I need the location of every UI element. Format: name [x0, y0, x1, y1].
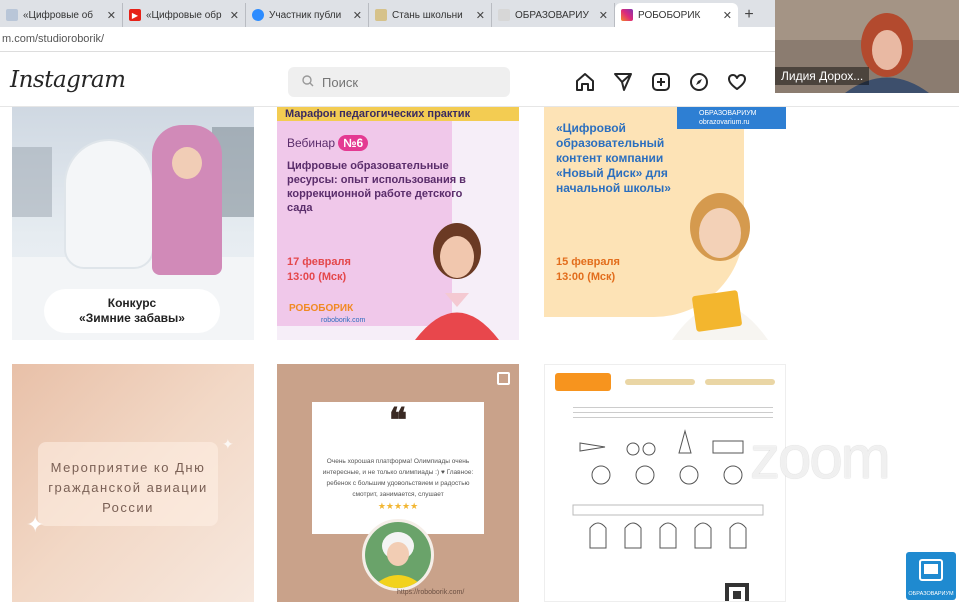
page-icon	[498, 9, 510, 21]
quote-icon: ❝	[388, 402, 408, 440]
sparkle-icon: ✦	[222, 436, 234, 452]
worksheet-logo	[555, 373, 611, 391]
browser-tab[interactable]: «Цифровые об ✕	[0, 3, 123, 27]
snowman-figure	[64, 139, 154, 269]
post-aviation-day[interactable]: Мероприятие ко Дню гражданской авиации Р…	[12, 364, 254, 602]
posts-grid: Конкурс «Зимние забавы» Марафон педагоги…	[0, 107, 959, 602]
post-date: 15 февраля	[556, 256, 620, 268]
instagram-logo[interactable]: Instagram	[10, 67, 126, 93]
post-site: https://roboborik.com/	[397, 589, 465, 596]
brand-site: roboborik.com	[321, 317, 366, 324]
webinar-label: Вебинар №6	[287, 135, 369, 151]
explore-icon[interactable]	[687, 70, 711, 94]
carousel-icon	[497, 372, 510, 385]
tab-title: «Цифровые об	[23, 9, 94, 21]
tab-title: ОБРАЗОВАРИУ	[515, 9, 589, 21]
obrazovarium-badge: ОБРАЗОВАРИУМ	[906, 552, 956, 600]
browser-tab[interactable]: Стань школьни ✕	[369, 3, 492, 27]
page-icon	[375, 9, 387, 21]
close-icon[interactable]: ✕	[107, 9, 116, 22]
speaker-photo	[415, 223, 499, 340]
browser-tab[interactable]: Участник публи ✕	[246, 3, 369, 27]
new-post-icon[interactable]	[649, 70, 673, 94]
post-new-disk-webinar[interactable]: ОБРАЗОВАРИУМ obrazovarium.ru «Цифровой о…	[544, 107, 786, 340]
search-input[interactable]	[322, 74, 472, 90]
post-title: «Цифровой образовательный контент компан…	[556, 121, 671, 195]
close-icon[interactable]: ✕	[723, 9, 732, 22]
child-figure	[152, 125, 222, 275]
worksheet-field	[625, 379, 695, 385]
caption-line: «Зимние забавы»	[79, 311, 185, 325]
webinar-date: 17 февраля	[287, 256, 351, 268]
post-winter-contest[interactable]: Конкурс «Зимние забавы»	[12, 107, 254, 340]
tag-name: ОБРАЗОВАРИУМ	[699, 110, 757, 117]
zoom-icon	[252, 9, 264, 21]
computer-icon	[919, 559, 943, 581]
webinar-number-badge: №6	[338, 135, 369, 151]
badge-label: ОБРАЗОВАРИУМ	[908, 591, 954, 597]
direct-message-icon[interactable]	[611, 70, 635, 94]
post-webinar-6[interactable]: Марафон педагогических практик Вебинар №6…	[277, 107, 519, 340]
webinar-datetime: 17 февраля 13:00 (Мск)	[287, 255, 351, 285]
tag-site: obrazovarium.ru	[699, 119, 750, 126]
webinar-text: Вебинар	[287, 136, 336, 150]
participant-name: Лидия Дорох...	[775, 67, 870, 85]
post-header-band: Марафон педагогических практик	[277, 107, 519, 121]
tab-title: «Цифровые обр	[146, 9, 222, 21]
page-icon	[6, 9, 18, 21]
post-datetime: 15 февраля 13:00 (Мск)	[556, 255, 620, 285]
review-text: Очень хорошая платформа! Олимпиады очень…	[322, 458, 474, 498]
sparkle-icon: ✦	[26, 512, 45, 537]
new-tab-button[interactable]: +	[738, 3, 760, 27]
post-title: Мероприятие ко Дню гражданской авиации Р…	[48, 460, 208, 515]
teacher-photo	[672, 193, 768, 340]
close-icon[interactable]: ✕	[476, 9, 485, 22]
search-icon	[302, 74, 314, 90]
webinar-time: 13:00 (Мск)	[287, 271, 347, 283]
browser-tab[interactable]: ОБРАЗОВАРИУ ✕	[492, 3, 615, 27]
close-icon[interactable]: ✕	[353, 9, 362, 22]
worksheet-task-text	[573, 407, 773, 421]
home-icon[interactable]	[573, 70, 597, 94]
browser-tab-active[interactable]: РОБОБОРИК ✕	[615, 3, 738, 27]
tab-title: Участник публи	[269, 9, 342, 21]
post-time: 13:00 (Мск)	[556, 271, 616, 283]
zoom-watermark: zoom	[750, 424, 891, 491]
reviewer-photo	[365, 522, 431, 588]
post-review[interactable]: ❝ Очень хорошая платформа! Олимпиады оче…	[277, 364, 519, 602]
browser-tab[interactable]: ▶ «Цифровые обр ✕	[123, 3, 246, 27]
close-icon[interactable]: ✕	[599, 9, 608, 22]
instagram-icon	[621, 9, 633, 21]
tab-title: РОБОБОРИК	[638, 9, 701, 21]
webinar-title: Цифровые образовательные ресурсы: опыт и…	[287, 160, 466, 214]
search-box[interactable]	[288, 67, 510, 97]
url-text: m.com/studioroborik/	[2, 33, 105, 45]
caption-line: Конкурс	[107, 296, 157, 310]
close-icon[interactable]: ✕	[230, 9, 239, 22]
post-caption: Конкурс «Зимние забавы»	[44, 289, 220, 333]
obrazovarium-tag: ОБРАЗОВАРИУМ obrazovarium.ru	[677, 107, 786, 129]
youtube-icon: ▶	[129, 9, 141, 21]
review-card: ❝ Очень хорошая платформа! Олимпиады оче…	[312, 402, 484, 534]
tab-title: Стань школьни	[392, 9, 463, 21]
heart-icon[interactable]	[725, 70, 749, 94]
screen: «Цифровые об ✕ ▶ «Цифровые обр ✕ Участни…	[0, 0, 959, 602]
participant-video: Лидия Дорох...	[775, 0, 959, 93]
brand-logo: РОБОБОРИК	[289, 303, 354, 314]
rating-stars: ★★★★★	[377, 501, 419, 511]
worksheet-field	[705, 379, 775, 385]
reviewer-avatar	[362, 519, 434, 591]
